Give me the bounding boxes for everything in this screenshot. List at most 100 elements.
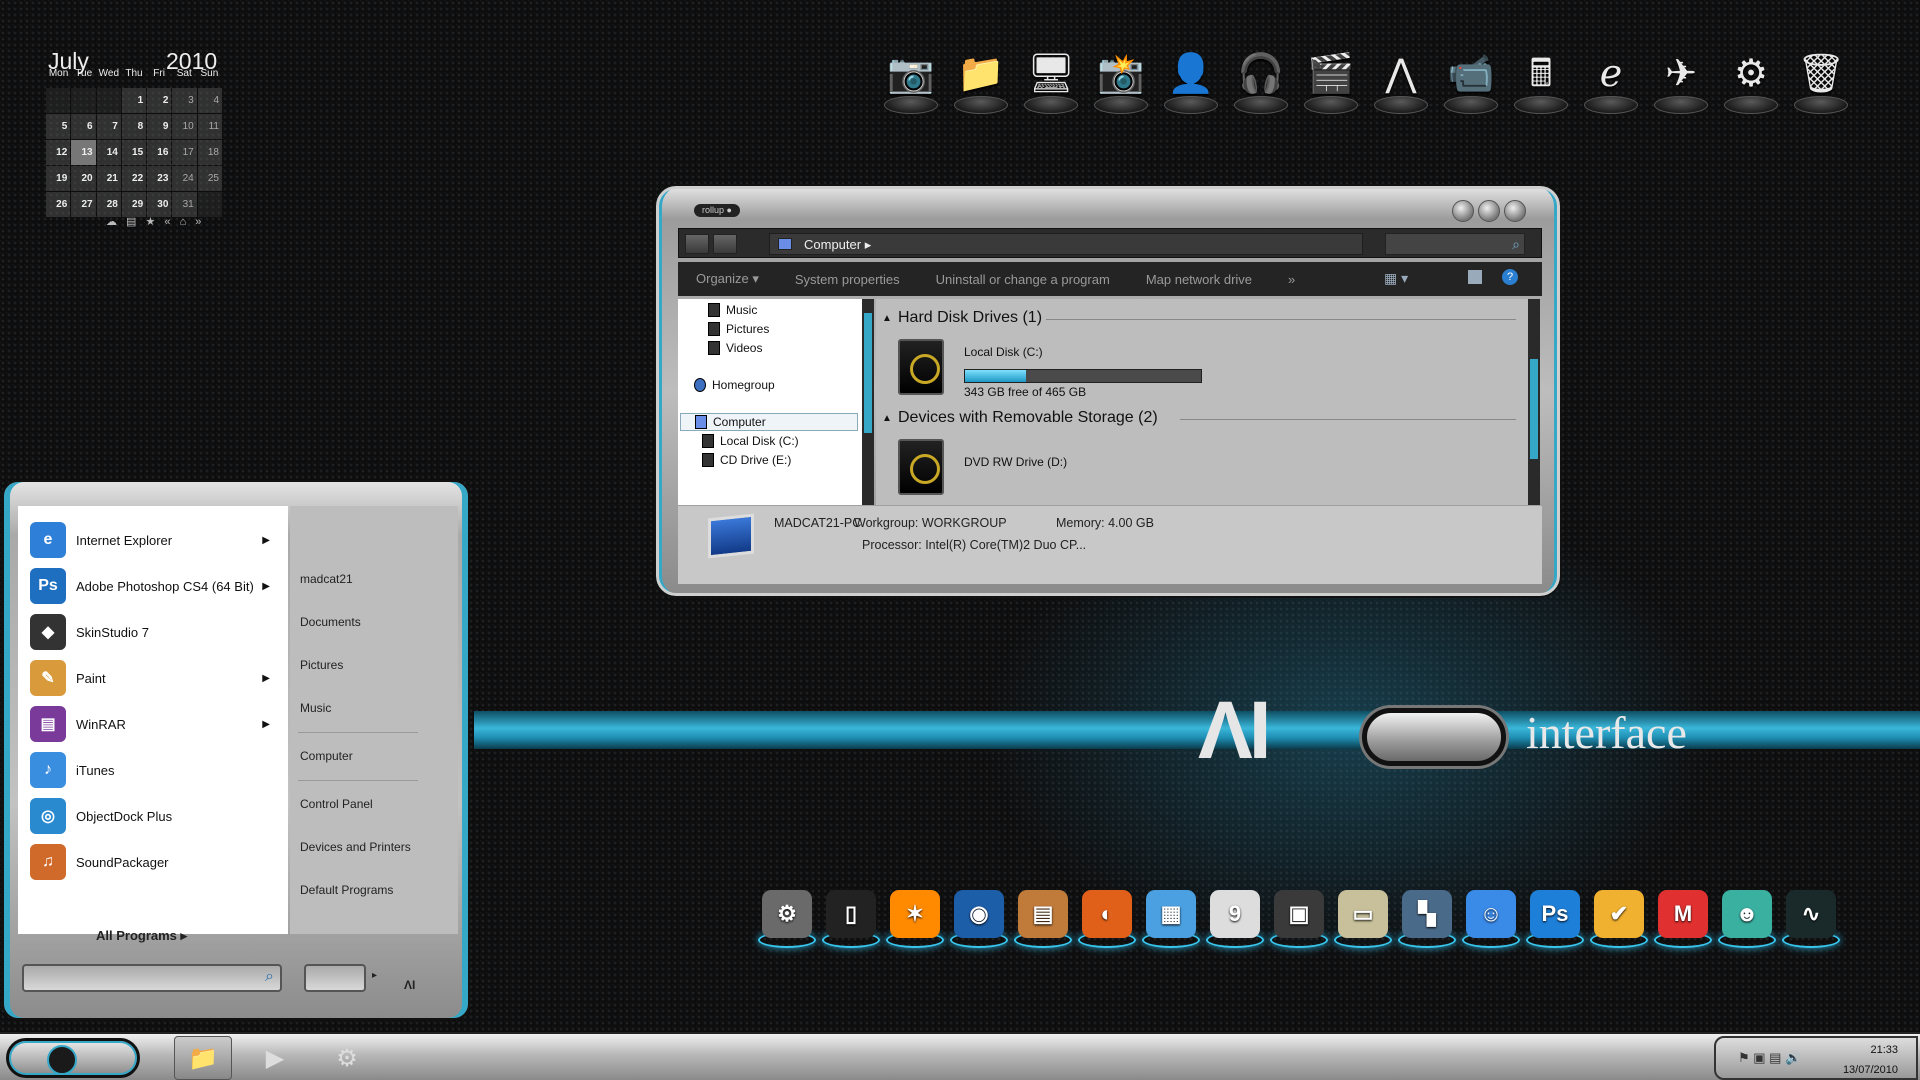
start-menu-place[interactable]: Default Programs: [300, 883, 393, 897]
dock-item[interactable]: ▣: [1268, 888, 1332, 950]
dock-item[interactable]: ▚: [1396, 888, 1460, 950]
calendar-day[interactable]: 14: [96, 140, 121, 165]
calendar-day[interactable]: 23: [147, 166, 172, 191]
dock-item[interactable]: 🖩: [1510, 48, 1572, 114]
calendar-day[interactable]: 27: [71, 192, 96, 217]
hard-drive-icon[interactable]: [898, 339, 944, 395]
calendar-day[interactable]: 11: [197, 114, 222, 139]
shutdown-options-icon[interactable]: ▸: [372, 970, 377, 981]
calendar-day[interactable]: 13: [71, 140, 96, 165]
dock-item[interactable]: 🗑: [1790, 48, 1852, 114]
start-menu-app[interactable]: ♪ iTunes: [30, 750, 280, 790]
taskbar-item[interactable]: ⚙: [318, 1036, 376, 1080]
preview-pane-icon[interactable]: [1468, 270, 1482, 284]
dock-item[interactable]: ◐: [1076, 888, 1140, 950]
dock-item[interactable]: ◉: [948, 888, 1012, 950]
dock-item[interactable]: ⚙: [1720, 48, 1782, 114]
help-icon[interactable]: ?: [1502, 269, 1518, 285]
start-menu-app[interactable]: e Internet Explorer ▶: [30, 520, 280, 560]
command-button[interactable]: System properties: [777, 272, 918, 287]
nav-item[interactable]: CD Drive (E:): [702, 451, 791, 469]
dock-item[interactable]: 🎧: [1230, 48, 1292, 114]
dock-item[interactable]: ▤: [1012, 888, 1076, 950]
dock-item[interactable]: ⚙: [756, 888, 820, 950]
start-menu-app[interactable]: ✎ Paint ▶: [30, 658, 280, 698]
calendar-day[interactable]: 22: [121, 166, 147, 191]
calendar-day[interactable]: 20: [71, 166, 96, 191]
calendar-day[interactable]: 2: [147, 88, 172, 113]
dock-item[interactable]: ℯ: [1580, 48, 1642, 114]
drive-d-name[interactable]: DVD RW Drive (D:): [964, 455, 1067, 469]
nav-item[interactable]: Homegroup: [694, 376, 775, 394]
nav-item[interactable]: Computer: [680, 413, 858, 431]
calendar-day[interactable]: 3: [172, 88, 197, 113]
dock-item[interactable]: 📁: [950, 48, 1012, 114]
dock-item[interactable]: ✶: [884, 888, 948, 950]
taskbar-item[interactable]: 📁: [174, 1036, 232, 1080]
close-button[interactable]: [1504, 200, 1526, 222]
dock-item[interactable]: 9: [1204, 888, 1268, 950]
calendar-day[interactable]: [71, 88, 96, 113]
dock-item[interactable]: ☺: [1460, 888, 1524, 950]
start-search-input[interactable]: ⌕: [22, 964, 282, 992]
nav-item[interactable]: Local Disk (C:): [702, 432, 799, 450]
tray-icons[interactable]: ⚑ ▣ ▤ 🔊: [1738, 1050, 1801, 1066]
all-programs-button[interactable]: All Programs ▸: [96, 928, 187, 944]
shutdown-button[interactable]: [304, 964, 366, 992]
calendar-day[interactable]: 7: [96, 114, 121, 139]
dock-item[interactable]: ✔: [1588, 888, 1652, 950]
dock-item[interactable]: ∿: [1780, 888, 1844, 950]
drive-c-name[interactable]: Local Disk (C:): [964, 345, 1043, 359]
nav-item[interactable]: Videos: [708, 339, 762, 357]
dock-item[interactable]: 🖥: [1020, 48, 1082, 114]
nav-item[interactable]: Pictures: [708, 320, 769, 338]
dock-item[interactable]: M: [1652, 888, 1716, 950]
dock-item[interactable]: 📷: [880, 48, 942, 114]
calendar-day[interactable]: 25: [197, 166, 222, 191]
calendar-day[interactable]: [197, 192, 222, 217]
collapse-icon[interactable]: ▲: [882, 313, 892, 324]
start-menu-app[interactable]: Ps Adobe Photoshop CS4 (64 Bit) ▶: [30, 566, 280, 606]
calendar-day[interactable]: 19: [46, 166, 71, 191]
command-button[interactable]: »: [1270, 272, 1313, 287]
dock-item[interactable]: 🎬: [1300, 48, 1362, 114]
nav-item[interactable]: Music: [708, 301, 757, 319]
dock-item[interactable]: 📸: [1090, 48, 1152, 114]
rollup-button[interactable]: rollup ●: [694, 204, 740, 217]
dock-item[interactable]: 👤: [1160, 48, 1222, 114]
calendar-day[interactable]: 17: [172, 140, 197, 165]
start-menu-app[interactable]: ◆ SkinStudio 7: [30, 612, 280, 652]
start-menu-place[interactable]: madcat21: [300, 572, 353, 586]
search-input[interactable]: ⌕: [1385, 233, 1525, 255]
start-menu-app[interactable]: ◎ ObjectDock Plus: [30, 796, 280, 836]
calendar-day[interactable]: 6: [71, 114, 96, 139]
start-button[interactable]: [6, 1038, 140, 1078]
calendar-day[interactable]: 29: [121, 192, 147, 217]
dvd-drive-icon[interactable]: [898, 439, 944, 495]
content-scrollbar[interactable]: [1528, 299, 1540, 505]
dock-item[interactable]: Ps: [1524, 888, 1588, 950]
dock-item[interactable]: ▭: [1332, 888, 1396, 950]
calendar-day[interactable]: [96, 88, 121, 113]
dock-item[interactable]: ▯: [820, 888, 884, 950]
calendar-day[interactable]: 15: [121, 140, 147, 165]
start-menu-place[interactable]: Documents: [300, 615, 361, 629]
dock-item[interactable]: ⋀: [1370, 48, 1432, 114]
collapse-icon[interactable]: ▲: [882, 413, 892, 424]
address-bar[interactable]: Computer ▸: [769, 233, 1363, 255]
minimize-button[interactable]: [1452, 200, 1474, 222]
forward-button[interactable]: [713, 234, 737, 254]
start-menu-app[interactable]: ▤ WinRAR ▶: [30, 704, 280, 744]
calendar-day[interactable]: 21: [96, 166, 121, 191]
calendar-day[interactable]: 16: [147, 140, 172, 165]
back-button[interactable]: [685, 234, 709, 254]
command-button[interactable]: Uninstall or change a program: [918, 272, 1128, 287]
start-menu-place[interactable]: Devices and Printers: [300, 840, 411, 854]
start-menu-place[interactable]: Music: [300, 701, 331, 715]
calendar-day[interactable]: 24: [172, 166, 197, 191]
start-menu-app[interactable]: ♫ SoundPackager: [30, 842, 280, 882]
maximize-button[interactable]: [1478, 200, 1500, 222]
calendar-day[interactable]: 4: [197, 88, 222, 113]
calendar-day[interactable]: 12: [46, 140, 71, 165]
dock-item[interactable]: ▦: [1140, 888, 1204, 950]
